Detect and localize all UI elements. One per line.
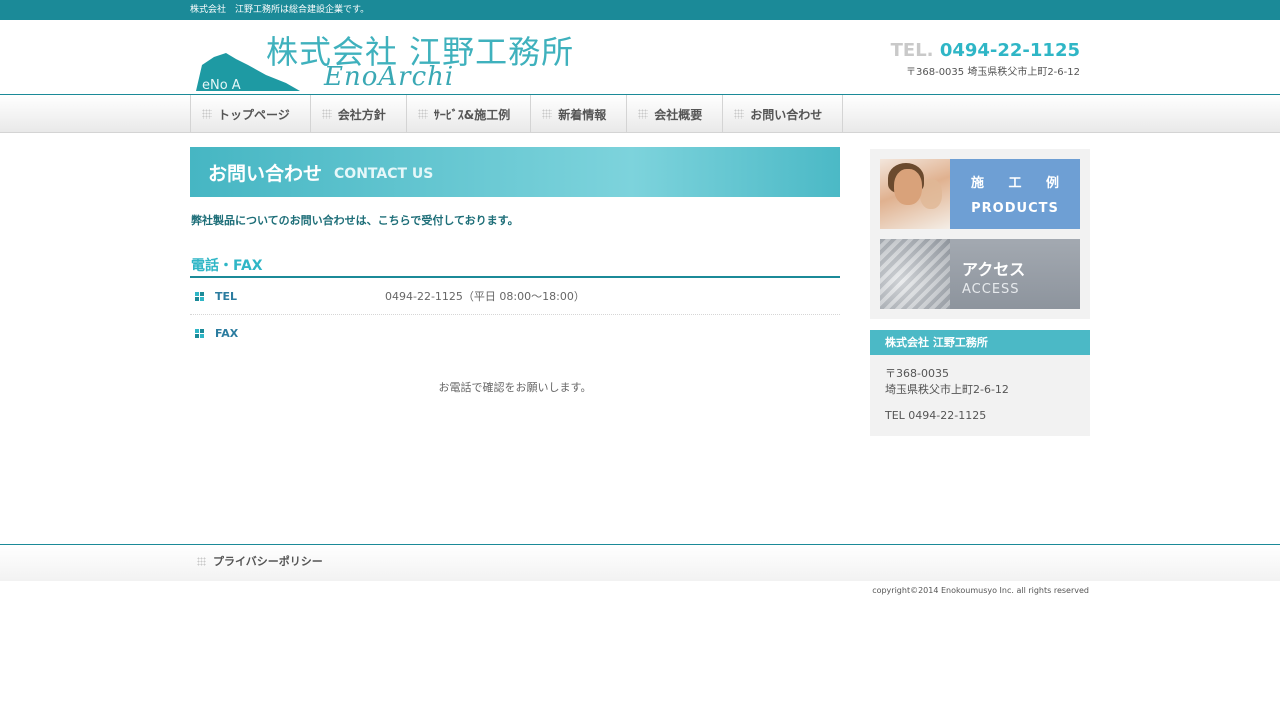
lead-text: 弊社製品についてのお問い合わせは、こちらで受付しております。 bbox=[191, 214, 519, 227]
crowd-photo bbox=[880, 239, 950, 309]
dotted-square-icon bbox=[542, 109, 553, 119]
company-info-title: 株式会社 江野工務所 bbox=[870, 330, 1090, 355]
page-title-jp: お問い合わせ bbox=[208, 162, 323, 185]
access-banner-en: ACCESS bbox=[962, 282, 1020, 297]
contact-row-tel: TEL 0494-22-1125（平日 08:00～18:00） bbox=[190, 278, 840, 315]
privacy-policy-label: プライバシーポリシー bbox=[213, 555, 323, 568]
contact-content: お問い合わせ CONTACT US 弊社製品についてのお問い合わせは、こちらで受… bbox=[190, 147, 840, 395]
access-banner-jp: アクセス bbox=[962, 260, 1026, 279]
nav-item-policy[interactable]: 会社方針 bbox=[311, 95, 407, 133]
logo-mark-text: eNo A bbox=[202, 78, 241, 93]
header-contact: TEL. 0494-22-1125 〒368-0035 埼玉県秩父市上町2-6-… bbox=[891, 40, 1080, 78]
products-banner-en: PRODUCTS bbox=[971, 201, 1059, 216]
header-tel-label: TEL. bbox=[890, 40, 934, 61]
page-title: お問い合わせ CONTACT US bbox=[190, 147, 840, 197]
company-info-address: 〒368-0035 埼玉県秩父市上町2-6-12 bbox=[870, 366, 1090, 398]
page-title-en: CONTACT US bbox=[334, 165, 434, 182]
company-postal: 〒368-0035 bbox=[885, 367, 949, 380]
tagline: 株式会社 江野工務所は総合建設企業です。 bbox=[190, 5, 370, 15]
logo-english-name: EnoArchi bbox=[324, 62, 455, 92]
operator-photo bbox=[880, 159, 950, 229]
nav-item-label: お問い合わせ bbox=[750, 107, 823, 122]
dotted-square-icon bbox=[417, 109, 428, 119]
site-logo[interactable]: eNo A 株式会社 江野工務所 EnoArchi bbox=[196, 27, 573, 93]
nav-item-contact[interactable]: お問い合わせ bbox=[723, 95, 844, 133]
section-title-phone-fax: 電話・FAX bbox=[190, 255, 840, 278]
dotted-square-icon bbox=[197, 556, 206, 566]
products-banner-jp: 施 工 例 bbox=[970, 176, 1070, 191]
sidebar: 施 工 例 PRODUCTS アクセス ACCESS 株式会社 江野工務所 〒3… bbox=[870, 149, 1090, 436]
contact-row-fax: FAX bbox=[190, 315, 840, 352]
row-key: TEL bbox=[215, 289, 238, 303]
products-banner[interactable]: 施 工 例 PRODUCTS bbox=[880, 159, 1080, 229]
nav-item-label: 新着情報 bbox=[558, 107, 607, 122]
nav-item-news[interactable]: 新着情報 bbox=[531, 95, 628, 133]
access-banner[interactable]: アクセス ACCESS bbox=[880, 239, 1080, 309]
global-nav: トップページ 会社方針 ｻｰﾋﾞｽ&施工例 新着情報 会社概要 お問い合わせ bbox=[0, 95, 1280, 133]
row-key: FAX bbox=[215, 327, 239, 340]
dotted-square-icon bbox=[321, 109, 332, 119]
nav-item-label: 会社方針 bbox=[337, 107, 386, 122]
dotted-square-icon bbox=[202, 109, 212, 119]
contact-note: お電話で確認をお願いします。 bbox=[438, 381, 592, 394]
top-bar: 株式会社 江野工務所は総合建設企業です。 bbox=[0, 0, 1280, 20]
privacy-policy-link[interactable]: プライバシーポリシー bbox=[197, 545, 1280, 577]
header-address: 〒368-0035 埼玉県秩父市上町2-6-12 bbox=[906, 67, 1080, 78]
site-header: eNo A 株式会社 江野工務所 EnoArchi TEL. 0494-22-1… bbox=[0, 20, 1280, 95]
nav-item-company[interactable]: 会社概要 bbox=[627, 95, 724, 133]
main-area: お問い合わせ CONTACT US 弊社製品についてのお問い合わせは、こちらで受… bbox=[0, 133, 1280, 543]
nav-item-label: ｻｰﾋﾞｽ&施工例 bbox=[433, 107, 511, 122]
grid-square-icon bbox=[195, 329, 204, 338]
nav-item-top[interactable]: トップページ bbox=[191, 95, 311, 133]
copyright: copyright©2014 Enokoumusyo Inc. all righ… bbox=[872, 586, 1089, 595]
row-value: 0494-22-1125（平日 08:00～18:00） bbox=[385, 290, 585, 303]
nav-item-service[interactable]: ｻｰﾋﾞｽ&施工例 bbox=[407, 95, 532, 133]
dotted-square-icon bbox=[734, 109, 745, 119]
footer-band: プライバシーポリシー bbox=[0, 545, 1280, 581]
nav-item-label: トップページ bbox=[218, 107, 290, 122]
sidebar-banners: 施 工 例 PRODUCTS アクセス ACCESS bbox=[870, 149, 1090, 319]
nav-item-label: 会社概要 bbox=[654, 107, 703, 122]
header-tel-number: 0494-22-1125 bbox=[939, 40, 1080, 61]
site-footer: プライバシーポリシー copyright©2014 Enokoumusyo In… bbox=[0, 544, 1280, 720]
company-info-box: 株式会社 江野工務所 〒368-0035 埼玉県秩父市上町2-6-12 TEL … bbox=[870, 330, 1090, 436]
company-address: 埼玉県秩父市上町2-6-12 bbox=[885, 383, 1009, 396]
dotted-square-icon bbox=[638, 109, 649, 119]
company-info-tel: TEL 0494-22-1125 bbox=[885, 409, 987, 422]
grid-square-icon bbox=[195, 291, 204, 301]
header-tel: TEL. 0494-22-1125 bbox=[891, 40, 1080, 61]
